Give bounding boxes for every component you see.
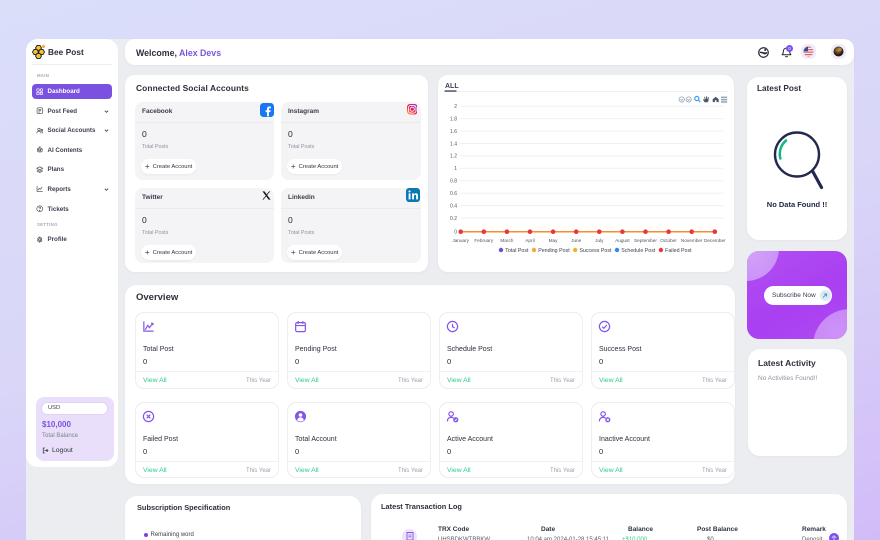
svg-text:1.6: 1.6 <box>450 129 457 135</box>
svg-text:2: 2 <box>454 104 457 110</box>
svg-text:1.2: 1.2 <box>450 154 457 160</box>
svg-text:0.8: 0.8 <box>450 179 457 185</box>
svg-text:Success Post: Success Post <box>579 248 612 254</box>
svg-text:June: June <box>571 238 582 243</box>
svg-text:Pending Post: Pending Post <box>538 248 570 254</box>
svg-text:December: December <box>704 238 726 243</box>
svg-text:November: November <box>681 238 703 243</box>
svg-text:October: October <box>660 238 677 243</box>
svg-text:January: January <box>452 238 469 243</box>
svg-text:Total Post: Total Post <box>505 248 529 254</box>
svg-text:ALL: ALL <box>445 83 459 90</box>
svg-text:March: March <box>500 238 513 243</box>
svg-text:1.4: 1.4 <box>450 141 457 147</box>
svg-text:1: 1 <box>454 166 457 172</box>
svg-text:Schedule Post: Schedule Post <box>621 248 656 254</box>
svg-text:1.8: 1.8 <box>450 116 457 122</box>
svg-text:0.4: 0.4 <box>450 203 457 209</box>
svg-text:July: July <box>595 238 604 243</box>
svg-text:Failed Post: Failed Post <box>665 248 692 254</box>
svg-text:February: February <box>474 238 493 243</box>
svg-text:April: April <box>525 238 534 243</box>
svg-text:September: September <box>634 238 657 243</box>
svg-text:August: August <box>615 238 630 243</box>
svg-text:May: May <box>549 238 559 243</box>
svg-text:0: 0 <box>454 230 457 236</box>
svg-text:0.6: 0.6 <box>450 191 457 197</box>
svg-text:0.2: 0.2 <box>450 216 457 222</box>
